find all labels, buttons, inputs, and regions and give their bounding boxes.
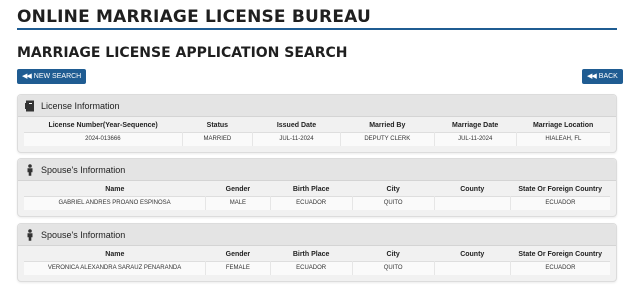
gender-cell: MALE (205, 195, 271, 210)
gender-cell: FEMALE (205, 260, 271, 275)
column-header: State Or Foreign Country (518, 250, 602, 258)
status-cell: MARRIED (182, 131, 254, 146)
marriage-date-cell: JUL-11-2024 (434, 131, 517, 146)
table-row: 2024-013666 MARRIED JUL-11-2024 DEPUTY C… (24, 131, 610, 146)
spouse-table: Name Gender Birth Place City County Stat… (24, 183, 610, 210)
double-chevron-left-icon: ◀◀ (587, 73, 597, 80)
double-chevron-left-icon: ◀◀ (22, 73, 32, 80)
birth-place-cell: ECUADOR (270, 195, 353, 210)
table-row: VERONICA ALEXANDRA SARAUZ PENARANDA FEMA… (24, 260, 610, 275)
name-cell: GABRIEL ANDRES PROANO ESPINOSA (24, 195, 207, 210)
column-header: City (386, 250, 400, 258)
column-header: Marriage Location (532, 121, 594, 129)
column-header: Birth Place (292, 185, 330, 193)
table-header-row: License Number(Year-Sequence) Status Iss… (24, 119, 610, 132)
back-label: BACK (598, 73, 618, 80)
spouse-info-heading: Spouse's Information (41, 164, 126, 175)
license-info-heading: License Information (41, 100, 120, 111)
married-by-cell: DEPUTY CLERK (340, 131, 435, 146)
new-search-label: NEW SEARCH (33, 73, 82, 80)
site-title: ONLINE MARRIAGE LICENSE BUREAU (17, 7, 371, 27)
document-icon (25, 100, 35, 112)
spouse-info-panel-1: Spouse's Information Name Gender Birth P… (17, 158, 617, 217)
table-header-row: Name Gender Birth Place City County Stat… (24, 183, 610, 196)
table-header-row: Name Gender Birth Place City County Stat… (24, 248, 610, 261)
license-table: License Number(Year-Sequence) Status Iss… (24, 119, 610, 146)
column-header: County (460, 185, 485, 193)
license-info-header: License Information (18, 95, 616, 117)
county-cell (434, 260, 511, 275)
spouse-table: Name Gender Birth Place City County Stat… (24, 248, 610, 275)
county-cell (434, 195, 511, 210)
column-header: Name (105, 250, 125, 258)
state-country-cell: ECUADOR (510, 195, 610, 210)
column-header: Birth Place (292, 250, 330, 258)
state-country-cell: ECUADOR (510, 260, 610, 275)
marriage-location-cell: HIALEAH, FL (516, 131, 610, 146)
spouse-info-header: Spouse's Information (18, 224, 616, 246)
spouse-info-heading: Spouse's Information (41, 229, 126, 240)
city-cell: QUITO (352, 195, 435, 210)
license-number-cell: 2024-013666 (24, 131, 183, 146)
birth-place-cell: ECUADOR (270, 260, 353, 275)
title-divider (17, 28, 617, 30)
column-header: Status (206, 121, 229, 129)
spouse-info-header: Spouse's Information (18, 159, 616, 181)
column-header: Gender (225, 185, 251, 193)
column-header: Name (105, 185, 125, 193)
column-header: Marriage Date (452, 121, 499, 129)
spouse-info-panel-2: Spouse's Information Name Gender Birth P… (17, 223, 617, 282)
column-header: Gender (225, 250, 251, 258)
table-row: GABRIEL ANDRES PROANO ESPINOSA MALE ECUA… (24, 195, 610, 210)
license-info-panel: License Information License Number(Year-… (17, 94, 617, 153)
column-header: State Or Foreign Country (518, 185, 602, 193)
city-cell: QUITO (352, 260, 435, 275)
back-button[interactable]: ◀◀ BACK (582, 69, 623, 84)
person-icon (25, 228, 35, 241)
column-header: License Number(Year-Sequence) (48, 121, 158, 129)
column-header: County (460, 250, 485, 258)
page-title: MARRIAGE LICENSE APPLICATION SEARCH (17, 45, 348, 61)
column-header: City (386, 185, 400, 193)
column-header: Married By (369, 121, 406, 129)
new-search-button[interactable]: ◀◀ NEW SEARCH (17, 69, 87, 84)
person-icon (25, 163, 35, 176)
name-cell: VERONICA ALEXANDRA SARAUZ PENARANDA (24, 260, 207, 275)
column-header: Issued Date (276, 121, 317, 129)
issued-date-cell: JUL-11-2024 (252, 131, 341, 146)
